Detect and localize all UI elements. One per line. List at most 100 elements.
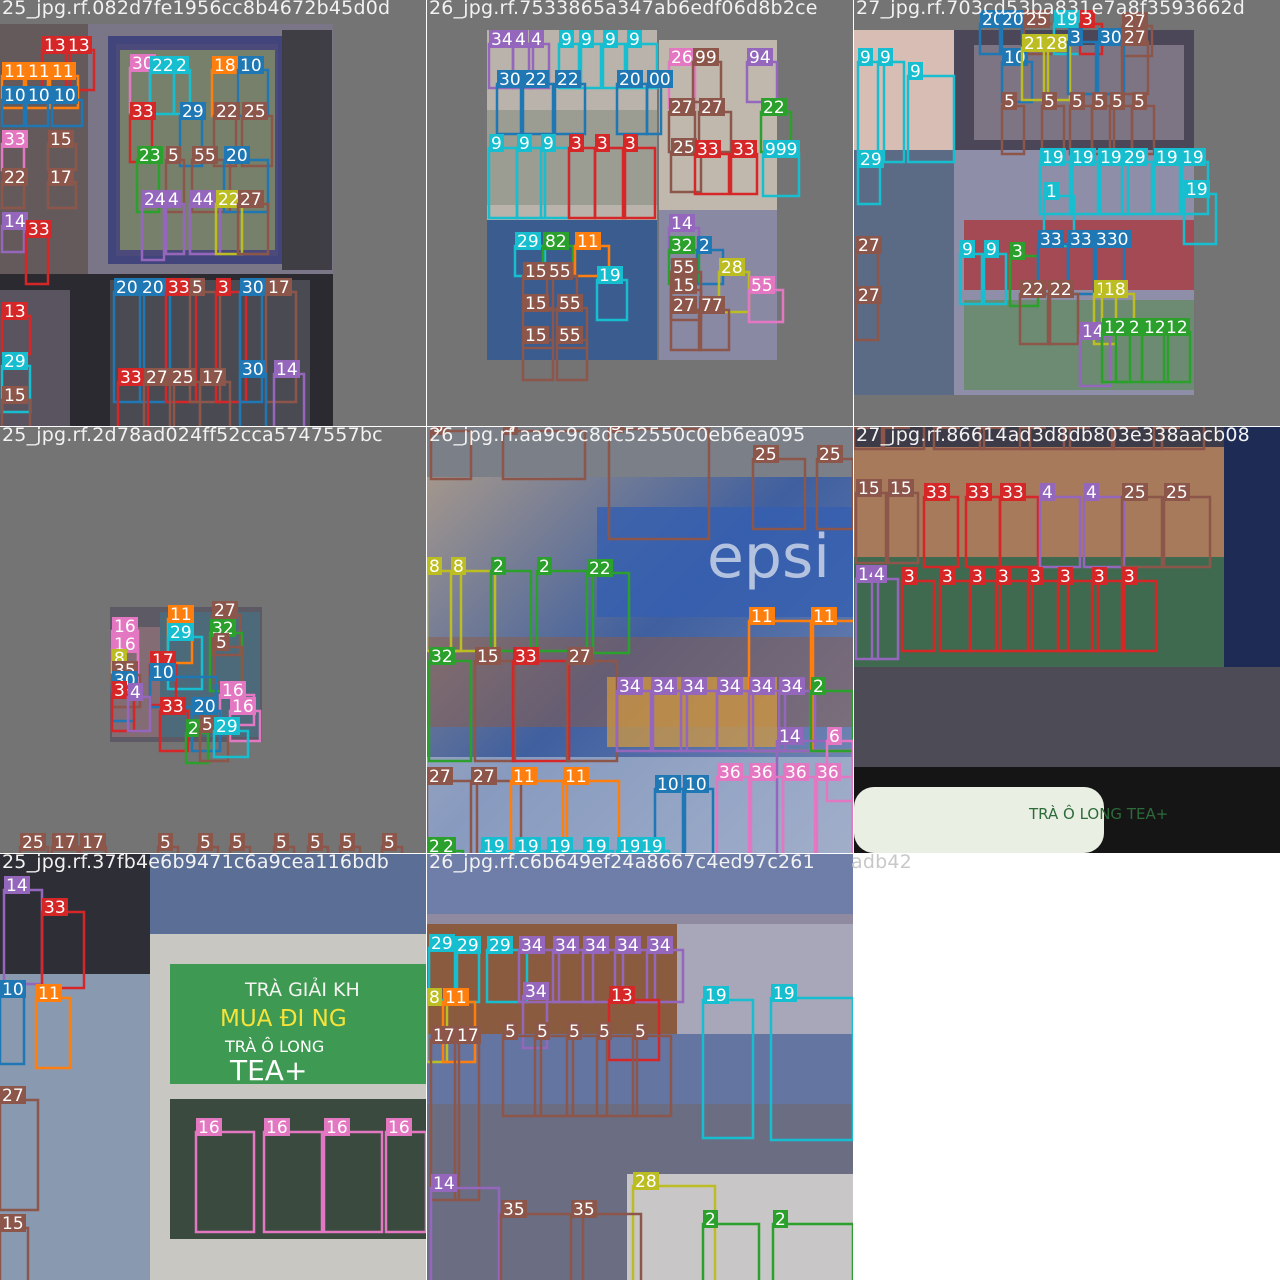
detection-class-label: 28 (721, 258, 743, 278)
tile-0-title: 25_jpg.rf.082d7fe1956cc8b4672b45d0d (2, 0, 391, 19)
detection-class-label: 19 (599, 266, 621, 286)
detection-class-label: 29 (182, 102, 204, 122)
detection-class-label: 15 (525, 262, 547, 282)
detection-class-label: 9 (491, 134, 502, 154)
detection-class-label: 25 (1166, 483, 1188, 503)
detection-class-label: 34 (585, 936, 607, 956)
detection-class-label: 10 (657, 775, 679, 795)
detection-class-label: 3 (218, 278, 229, 298)
detection-class-label: 33 (1002, 483, 1024, 503)
detection-class-label: 19 (483, 837, 505, 853)
detection-class-label: 19 (773, 984, 795, 1004)
detection-class-label: 17 (457, 1026, 479, 1046)
detection-class-label: 14 (276, 360, 298, 380)
detection-class-label: 19 (1186, 180, 1208, 200)
detection-class-label: 32 (671, 236, 693, 256)
detection-class-label: 5 (1112, 92, 1123, 112)
detection-class-label: 35 (573, 1200, 595, 1220)
detection-class-label: 33 (1040, 230, 1062, 250)
detection-class-label: 27 (671, 98, 693, 118)
detection-class-label: 17 (54, 833, 76, 853)
detection-class-label: 13 (611, 986, 633, 1006)
detection-class-label: 22 (152, 56, 174, 76)
detection-class-label: 15 (673, 276, 695, 296)
detection-class-label: 3 (998, 567, 1009, 587)
detection-class-label: 5 (537, 1022, 548, 1042)
tile-0-image: 13 1311 11 1110 10 1033 1522 1714 333022 2 18 1033 2… (0, 0, 426, 426)
detection-class-label: 11 (52, 62, 74, 82)
detection-class-label: 5 (342, 833, 353, 853)
detection-class-label: 29 (457, 936, 479, 956)
detection-class-label: 9 (880, 48, 891, 68)
detection-class-label: 999 (765, 140, 797, 160)
detection-class-label: 4 (1086, 483, 1097, 503)
detection-class-label: 55 (751, 276, 773, 296)
tile-6-banner-line-1: TRÀ GIẢI KH (244, 976, 360, 1001)
detection-class-label: 19 (517, 837, 539, 853)
tile-5-image: TRÀ Ô LONG TEA+ 525252527272727151533333… (854, 427, 1280, 853)
detection-class-label: 3 (1060, 567, 1071, 587)
detection-class-label: 30 (242, 360, 264, 380)
tile-6-banner-line-4: TEA+ (229, 1054, 307, 1087)
detection-class-label: 11 (28, 62, 50, 82)
detection-class-label: 2 (443, 837, 454, 853)
detection-class-label: 5 (160, 833, 171, 853)
detection-class-label: 22 (525, 70, 547, 90)
detection-class-label: 30 (242, 278, 264, 298)
detection-class-label: 55 (673, 258, 695, 278)
detection-class-label: 32 (431, 647, 453, 667)
detection-class-label: 3 (1094, 567, 1105, 587)
detection-class-label: 10 (28, 86, 50, 106)
detection-class-label: 17 (50, 168, 72, 188)
detection-class-label: 36 (751, 763, 773, 783)
detection-class-label: 19 (619, 837, 641, 853)
detection-class-label: 15 (858, 479, 880, 499)
detection-class-label: 9 (986, 240, 997, 260)
detection-class-label: 44 (192, 190, 214, 210)
detection-class-label: 26 (671, 48, 693, 68)
detection-class-label: 9 (629, 30, 640, 50)
detection-class-label: 27 (569, 647, 591, 667)
detection-class-label: 2 (176, 56, 187, 76)
detection-class-label: 15 (525, 326, 547, 346)
detection-class-label: 16 (326, 1118, 348, 1138)
detection-class-label: 29 (860, 150, 882, 170)
detection-class-label: 1 (1046, 182, 1057, 202)
tile-0: 13 13 11 11 11 10 10 10 33 15 22 17 14 33 30 22 2 18 10 33 2… (0, 0, 426, 426)
detection-class-label: 22 (216, 102, 238, 122)
detection-class-label: 9 (860, 48, 871, 68)
detection-class-label: 33 (120, 368, 142, 388)
detection-class-label: 34 (751, 677, 773, 697)
svg-text:epsi: epsi (707, 522, 830, 592)
detection-class-label: 17 (82, 833, 104, 853)
detection-class-label: 24 (144, 190, 166, 210)
detection-class-label: 9 (605, 30, 616, 50)
detection-class-label: 33 (162, 697, 184, 717)
detection-class-label: 8 (429, 988, 440, 1008)
detection-class-label: 36 (719, 763, 741, 783)
detection-class-label: 2 (813, 677, 824, 697)
detection-class-label: 14 (1082, 322, 1104, 342)
detection-class-label: 22 (557, 70, 579, 90)
detection-class-label: 5 (1094, 92, 1105, 112)
tile-1-image: 34 4 4 9 9 9 926 99 9430 22 22 20 0027 27 229 9 9 3 3 3 25 33… (427, 0, 853, 426)
detection-class-label: 19 (1182, 148, 1204, 168)
detection-class-label: 15 (890, 479, 912, 499)
detection-class-label: 27 (214, 601, 236, 621)
detection-class-label: 34 (649, 936, 671, 956)
detection-class-label: 5 (599, 1022, 610, 1042)
detection-class-label: 25 (673, 138, 695, 158)
detection-class-label: 33 (515, 647, 537, 667)
detection-class-label: 27 (858, 286, 880, 306)
detection-class-label: 28 (1046, 34, 1068, 54)
detection-class-label: 27 (673, 296, 695, 316)
detection-class-label: 20 (619, 70, 641, 90)
detection-class-label: 9 (543, 134, 554, 154)
detection-class-label: 22 (1022, 280, 1044, 300)
detection-class-label: 33 (28, 220, 50, 240)
detection-class-label: 19 (549, 837, 571, 853)
detection-class-label: 33 (168, 278, 190, 298)
detection-class-label: 3 (942, 567, 953, 587)
detection-class-label: 27 (429, 767, 451, 787)
detection-class-label: 14 (779, 727, 801, 747)
